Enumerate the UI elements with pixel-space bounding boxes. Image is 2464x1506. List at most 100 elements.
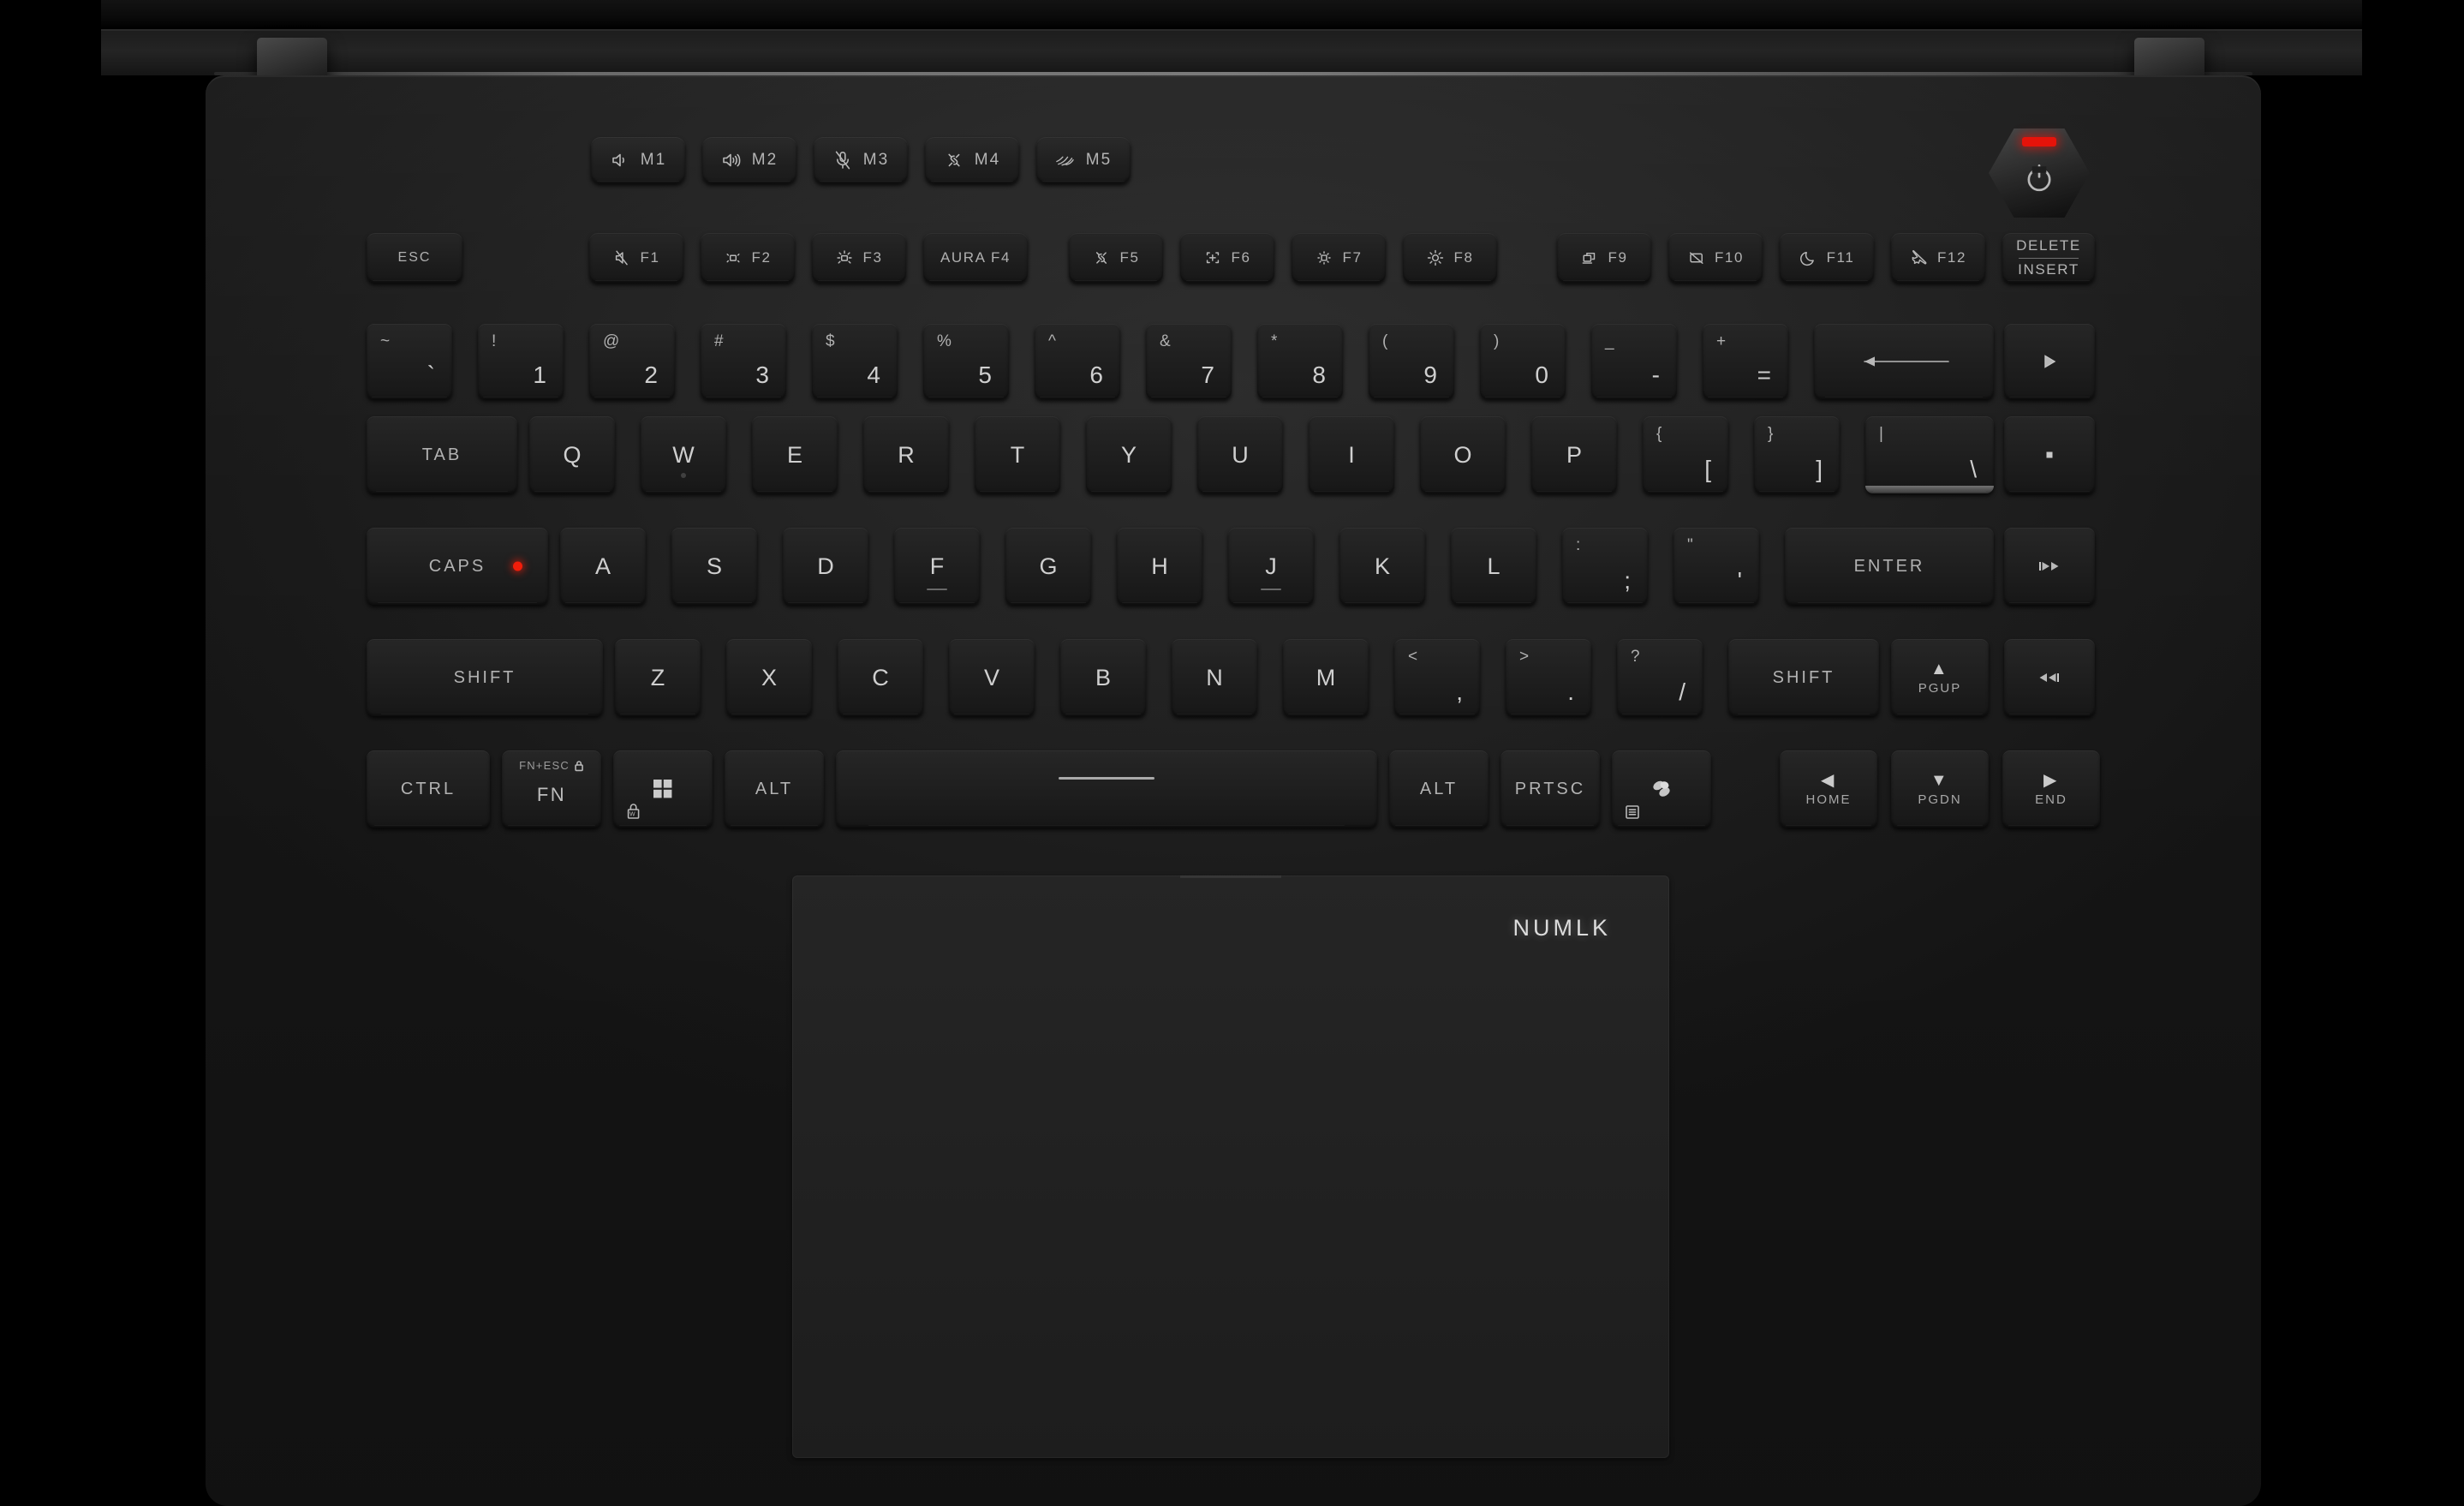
key-capslock[interactable]: CAPS xyxy=(367,528,548,605)
macro-key-m5[interactable]: M5 xyxy=(1036,137,1131,183)
key-backspace[interactable] xyxy=(1814,324,1994,399)
key-m-label: M xyxy=(1316,664,1336,690)
key-o[interactable]: O xyxy=(1420,416,1506,493)
key-l[interactable]: L xyxy=(1451,528,1536,605)
macro-key-m3[interactable]: M3 xyxy=(814,137,908,183)
key-equals[interactable]: + = xyxy=(1703,324,1788,399)
key-shift-right[interactable]: SHIFT xyxy=(1728,639,1879,716)
key-0-shift-label: ) xyxy=(1494,332,1500,350)
key-u[interactable]: U xyxy=(1197,416,1283,493)
key-alt-right[interactable]: ALT xyxy=(1389,750,1489,828)
key-m[interactable]: M xyxy=(1283,639,1369,716)
key-f5[interactable]: F5 xyxy=(1069,233,1163,283)
power-button[interactable] xyxy=(1989,128,2090,218)
macro-key-m1[interactable]: M1 xyxy=(591,137,685,183)
key-tab[interactable]: TAB xyxy=(367,416,517,493)
key-period[interactable]: > . xyxy=(1506,639,1591,716)
key-z[interactable]: Z xyxy=(615,639,701,716)
key-alt-left-label: ALT xyxy=(755,779,794,798)
spacebar-marker xyxy=(1059,776,1154,780)
key-f2[interactable]: F2 xyxy=(701,233,795,283)
key-f10[interactable]: F10 xyxy=(1668,233,1763,283)
media-key-next-track[interactable] xyxy=(2004,639,2095,716)
key-backslash[interactable]: | \ xyxy=(1865,416,1994,493)
key-f1[interactable]: F1 xyxy=(589,233,683,283)
key-h[interactable]: H xyxy=(1117,528,1202,605)
key-a[interactable]: A xyxy=(560,528,646,605)
key-4[interactable]: $ 4 xyxy=(812,324,898,399)
trackpad-numlk-label[interactable]: NUMLK xyxy=(1512,915,1611,941)
key-2[interactable]: @ 2 xyxy=(589,324,675,399)
key-f8[interactable]: F8 xyxy=(1403,233,1497,283)
key-c[interactable]: C xyxy=(838,639,923,716)
key-x[interactable]: X xyxy=(726,639,812,716)
key-7[interactable]: & 7 xyxy=(1146,324,1232,399)
key-b[interactable]: B xyxy=(1060,639,1146,716)
key-0[interactable]: ) 0 xyxy=(1480,324,1566,399)
key-alt-left[interactable]: ALT xyxy=(725,750,824,828)
key-1[interactable]: ! 1 xyxy=(478,324,564,399)
key-comma[interactable]: < , xyxy=(1394,639,1480,716)
key-backtick[interactable]: ~ ` xyxy=(367,324,452,399)
key-e[interactable]: E xyxy=(752,416,838,493)
key-f4-aura[interactable]: AURA F4 xyxy=(923,233,1028,283)
key-arrow-up[interactable]: ▲ PGUP xyxy=(1891,639,1989,716)
key-arrow-down[interactable]: ▼ PGDN xyxy=(1891,750,1989,828)
stop-icon xyxy=(2042,447,2057,463)
key-d[interactable]: D xyxy=(783,528,868,605)
key-1-shift-label: ! xyxy=(492,332,497,350)
key-f3[interactable]: F3 xyxy=(812,233,906,283)
key-semicolon[interactable]: : ; xyxy=(1562,528,1648,605)
key-enter[interactable]: ENTER xyxy=(1785,528,1994,605)
key-f[interactable]: F xyxy=(894,528,980,605)
key-j[interactable]: J xyxy=(1228,528,1314,605)
key-esc[interactable]: ESC xyxy=(367,233,462,283)
key-k[interactable]: K xyxy=(1339,528,1425,605)
key-6[interactable]: ^ 6 xyxy=(1035,324,1120,399)
key-bracket-right[interactable]: } ] xyxy=(1754,416,1840,493)
key-t[interactable]: T xyxy=(975,416,1060,493)
key-arrow-left[interactable]: ◀ HOME xyxy=(1780,750,1877,828)
key-s[interactable]: S xyxy=(671,528,757,605)
key-bracket-left-shift-label: { xyxy=(1656,425,1662,443)
key-windows[interactable]: W xyxy=(613,750,713,828)
key-ctrl[interactable]: CTRL xyxy=(367,750,490,828)
key-arrow-right[interactable]: ▶ END xyxy=(2002,750,2100,828)
key-slash[interactable]: ? / xyxy=(1617,639,1703,716)
key-p[interactable]: P xyxy=(1531,416,1617,493)
key-delete-insert[interactable]: DELETE INSERT xyxy=(2002,233,2095,283)
media-key-stop[interactable] xyxy=(2004,416,2095,493)
key-5[interactable]: % 5 xyxy=(923,324,1009,399)
key-i[interactable]: I xyxy=(1309,416,1394,493)
key-fn[interactable]: FN+ESC FN xyxy=(502,750,601,828)
key-f11[interactable]: F11 xyxy=(1780,233,1874,283)
key-copilot[interactable] xyxy=(1612,750,1711,828)
key-w[interactable]: W xyxy=(641,416,726,493)
key-r[interactable]: R xyxy=(863,416,949,493)
macro-key-m2[interactable]: M2 xyxy=(702,137,796,183)
key-shift-left[interactable]: SHIFT xyxy=(367,639,603,716)
media-key-previous-track[interactable] xyxy=(2004,528,2095,605)
key-f6[interactable]: F6 xyxy=(1180,233,1274,283)
key-f7[interactable]: F7 xyxy=(1292,233,1386,283)
key-v[interactable]: V xyxy=(949,639,1035,716)
key-9[interactable]: ( 9 xyxy=(1369,324,1454,399)
key-q[interactable]: Q xyxy=(529,416,615,493)
key-quote[interactable]: " ' xyxy=(1673,528,1759,605)
macro-key-m4[interactable]: M4 xyxy=(925,137,1019,183)
trackpad[interactable]: NUMLK xyxy=(792,876,1669,1458)
key-f12[interactable]: F12 xyxy=(1891,233,1985,283)
key-g[interactable]: G xyxy=(1005,528,1091,605)
key-bracket-left[interactable]: { [ xyxy=(1643,416,1728,493)
key-3[interactable]: # 3 xyxy=(701,324,786,399)
key-f9[interactable]: F9 xyxy=(1557,233,1651,283)
key-spacebar[interactable] xyxy=(836,750,1377,828)
media-key-play-pause[interactable] xyxy=(2004,324,2095,399)
key-8[interactable]: * 8 xyxy=(1257,324,1343,399)
key-enter-label: ENTER xyxy=(1853,556,1925,576)
trackpad-notch xyxy=(1180,876,1281,878)
key-minus[interactable]: _ - xyxy=(1591,324,1677,399)
key-prtsc[interactable]: PRTSC xyxy=(1500,750,1600,828)
key-n[interactable]: N xyxy=(1172,639,1257,716)
key-y[interactable]: Y xyxy=(1086,416,1172,493)
